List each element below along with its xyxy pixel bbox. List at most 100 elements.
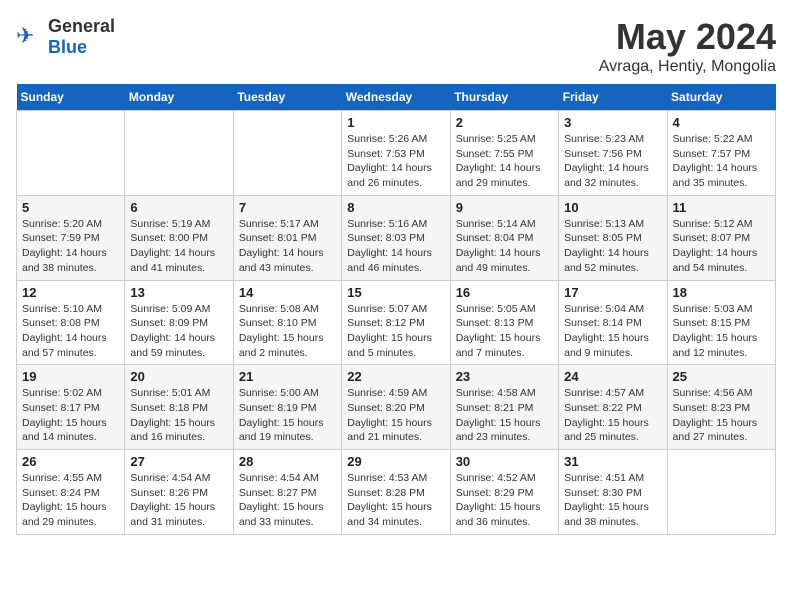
- calendar-cell: 21 Sunrise: 5:00 AM Sunset: 8:19 PM Dayli…: [233, 365, 341, 450]
- cell-day-number: 11: [673, 200, 770, 215]
- calendar-cell: 24Sunrise: 4:57 AM Sunset: 8:22 PM Dayli…: [559, 365, 667, 450]
- cell-day-number: 19: [22, 369, 119, 384]
- calendar-week-3: 12 Sunrise: 5:10 AM Sunset: 8:08 PM Dayli…: [17, 280, 776, 365]
- calendar-cell: 31 Sunrise: 4:51 AM Sunset: 8:30 PM Dayli…: [559, 450, 667, 535]
- cell-info: Sunrise: 5:01 AM Sunset: 8:18 PM Dayligh…: [130, 386, 227, 445]
- cell-day-number: 13: [130, 285, 227, 300]
- calendar-cell: 4Sunrise: 5:22 AM Sunset: 7:57 PM Daylig…: [667, 111, 775, 196]
- header-tuesday: Tuesday: [233, 84, 341, 111]
- cell-day-number: 21: [239, 369, 336, 384]
- logo-blue: Blue: [48, 37, 87, 57]
- calendar-cell: 7Sunrise: 5:17 AM Sunset: 8:01 PM Daylig…: [233, 195, 341, 280]
- cell-day-number: 2: [456, 115, 553, 130]
- calendar-cell: 23 Sunrise: 4:58 AM Sunset: 8:21 PM Dayli…: [450, 365, 558, 450]
- calendar-header-row: SundayMondayTuesdayWednesdayThursdayFrid…: [17, 84, 776, 111]
- calendar-cell: [17, 111, 125, 196]
- calendar-cell: 8 Sunrise: 5:16 AM Sunset: 8:03 PM Daylig…: [342, 195, 450, 280]
- logo: ✈ General Blue: [16, 16, 115, 58]
- cell-info: Sunrise: 5:19 AM Sunset: 8:00 PM Dayligh…: [130, 217, 227, 276]
- calendar-cell: 17 Sunrise: 5:04 AM Sunset: 8:14 PM Dayli…: [559, 280, 667, 365]
- cell-info: Sunrise: 5:02 AM Sunset: 8:17 PM Dayligh…: [22, 386, 119, 445]
- calendar-week-2: 5Sunrise: 5:20 AM Sunset: 7:59 PM Daylig…: [17, 195, 776, 280]
- calendar-cell: 28 Sunrise: 4:54 AM Sunset: 8:27 PM Dayli…: [233, 450, 341, 535]
- calendar-cell: 1Sunrise: 5:26 AM Sunset: 7:53 PM Daylig…: [342, 111, 450, 196]
- cell-info: Sunrise: 5:05 AM Sunset: 8:13 PM Dayligh…: [456, 302, 553, 361]
- cell-info: Sunrise: 5:04 AM Sunset: 8:14 PM Dayligh…: [564, 302, 661, 361]
- cell-day-number: 15: [347, 285, 444, 300]
- header-sunday: Sunday: [17, 84, 125, 111]
- cell-day-number: 16: [456, 285, 553, 300]
- logo-text: General Blue: [48, 16, 115, 58]
- cell-day-number: 22: [347, 369, 444, 384]
- cell-info: Sunrise: 4:59 AM Sunset: 8:20 PM Dayligh…: [347, 386, 444, 445]
- cell-info: Sunrise: 5:03 AM Sunset: 8:15 PM Dayligh…: [673, 302, 770, 361]
- calendar-cell: 6 Sunrise: 5:19 AM Sunset: 8:00 PM Daylig…: [125, 195, 233, 280]
- cell-info: Sunrise: 5:12 AM Sunset: 8:07 PM Dayligh…: [673, 217, 770, 276]
- calendar-cell: 16 Sunrise: 5:05 AM Sunset: 8:13 PM Dayli…: [450, 280, 558, 365]
- header: ✈ General Blue May 2024 Avraga, Hentiy, …: [16, 16, 776, 76]
- cell-day-number: 23: [456, 369, 553, 384]
- logo-general: General: [48, 16, 115, 36]
- cell-info: Sunrise: 5:10 AM Sunset: 8:08 PM Dayligh…: [22, 302, 119, 361]
- location-title: Avraga, Hentiy, Mongolia: [599, 58, 776, 76]
- cell-day-number: 26: [22, 454, 119, 469]
- cell-info: Sunrise: 4:54 AM Sunset: 8:26 PM Dayligh…: [130, 471, 227, 530]
- cell-info: Sunrise: 5:09 AM Sunset: 8:09 PM Dayligh…: [130, 302, 227, 361]
- cell-day-number: 10: [564, 200, 661, 215]
- calendar-cell: 27 Sunrise: 4:54 AM Sunset: 8:26 PM Dayli…: [125, 450, 233, 535]
- calendar-cell: 10 Sunrise: 5:13 AM Sunset: 8:05 PM Dayli…: [559, 195, 667, 280]
- calendar-cell: 30 Sunrise: 4:52 AM Sunset: 8:29 PM Dayli…: [450, 450, 558, 535]
- calendar-cell: 9Sunrise: 5:14 AM Sunset: 8:04 PM Daylig…: [450, 195, 558, 280]
- cell-info: Sunrise: 4:52 AM Sunset: 8:29 PM Dayligh…: [456, 471, 553, 530]
- cell-day-number: 18: [673, 285, 770, 300]
- header-thursday: Thursday: [450, 84, 558, 111]
- cell-info: Sunrise: 4:55 AM Sunset: 8:24 PM Dayligh…: [22, 471, 119, 530]
- logo-icon: ✈: [16, 23, 44, 51]
- calendar-cell: 25 Sunrise: 4:56 AM Sunset: 8:23 PM Dayli…: [667, 365, 775, 450]
- cell-info: Sunrise: 5:14 AM Sunset: 8:04 PM Dayligh…: [456, 217, 553, 276]
- cell-info: Sunrise: 4:53 AM Sunset: 8:28 PM Dayligh…: [347, 471, 444, 530]
- calendar-week-4: 19 Sunrise: 5:02 AM Sunset: 8:17 PM Dayli…: [17, 365, 776, 450]
- cell-info: Sunrise: 5:17 AM Sunset: 8:01 PM Dayligh…: [239, 217, 336, 276]
- cell-info: Sunrise: 4:51 AM Sunset: 8:30 PM Dayligh…: [564, 471, 661, 530]
- cell-info: Sunrise: 4:54 AM Sunset: 8:27 PM Dayligh…: [239, 471, 336, 530]
- calendar-cell: 3Sunrise: 5:23 AM Sunset: 7:56 PM Daylig…: [559, 111, 667, 196]
- calendar-cell: 12 Sunrise: 5:10 AM Sunset: 8:08 PM Dayli…: [17, 280, 125, 365]
- cell-info: Sunrise: 4:56 AM Sunset: 8:23 PM Dayligh…: [673, 386, 770, 445]
- cell-info: Sunrise: 5:26 AM Sunset: 7:53 PM Dayligh…: [347, 132, 444, 191]
- cell-info: Sunrise: 5:22 AM Sunset: 7:57 PM Dayligh…: [673, 132, 770, 191]
- cell-day-number: 12: [22, 285, 119, 300]
- cell-info: Sunrise: 4:58 AM Sunset: 8:21 PM Dayligh…: [456, 386, 553, 445]
- calendar-cell: 15Sunrise: 5:07 AM Sunset: 8:12 PM Dayli…: [342, 280, 450, 365]
- cell-info: Sunrise: 5:16 AM Sunset: 8:03 PM Dayligh…: [347, 217, 444, 276]
- cell-info: Sunrise: 5:13 AM Sunset: 8:05 PM Dayligh…: [564, 217, 661, 276]
- cell-day-number: 31: [564, 454, 661, 469]
- svg-text:✈: ✈: [16, 23, 34, 48]
- cell-day-number: 20: [130, 369, 227, 384]
- cell-day-number: 27: [130, 454, 227, 469]
- header-friday: Friday: [559, 84, 667, 111]
- cell-info: Sunrise: 5:20 AM Sunset: 7:59 PM Dayligh…: [22, 217, 119, 276]
- calendar-week-1: 1Sunrise: 5:26 AM Sunset: 7:53 PM Daylig…: [17, 111, 776, 196]
- cell-day-number: 30: [456, 454, 553, 469]
- cell-day-number: 28: [239, 454, 336, 469]
- cell-info: Sunrise: 4:57 AM Sunset: 8:22 PM Dayligh…: [564, 386, 661, 445]
- cell-day-number: 3: [564, 115, 661, 130]
- month-title: May 2024: [599, 16, 776, 58]
- calendar-cell: 11 Sunrise: 5:12 AM Sunset: 8:07 PM Dayli…: [667, 195, 775, 280]
- title-area: May 2024 Avraga, Hentiy, Mongolia: [599, 16, 776, 76]
- calendar-cell: [233, 111, 341, 196]
- calendar-cell: 22 Sunrise: 4:59 AM Sunset: 8:20 PM Dayli…: [342, 365, 450, 450]
- calendar-cell: 2Sunrise: 5:25 AM Sunset: 7:55 PM Daylig…: [450, 111, 558, 196]
- cell-day-number: 25: [673, 369, 770, 384]
- header-monday: Monday: [125, 84, 233, 111]
- cell-info: Sunrise: 5:00 AM Sunset: 8:19 PM Dayligh…: [239, 386, 336, 445]
- calendar-table: SundayMondayTuesdayWednesdayThursdayFrid…: [16, 84, 776, 535]
- cell-day-number: 17: [564, 285, 661, 300]
- calendar-cell: [125, 111, 233, 196]
- calendar-cell: 26 Sunrise: 4:55 AM Sunset: 8:24 PM Dayli…: [17, 450, 125, 535]
- header-wednesday: Wednesday: [342, 84, 450, 111]
- header-saturday: Saturday: [667, 84, 775, 111]
- cell-day-number: 8: [347, 200, 444, 215]
- cell-day-number: 6: [130, 200, 227, 215]
